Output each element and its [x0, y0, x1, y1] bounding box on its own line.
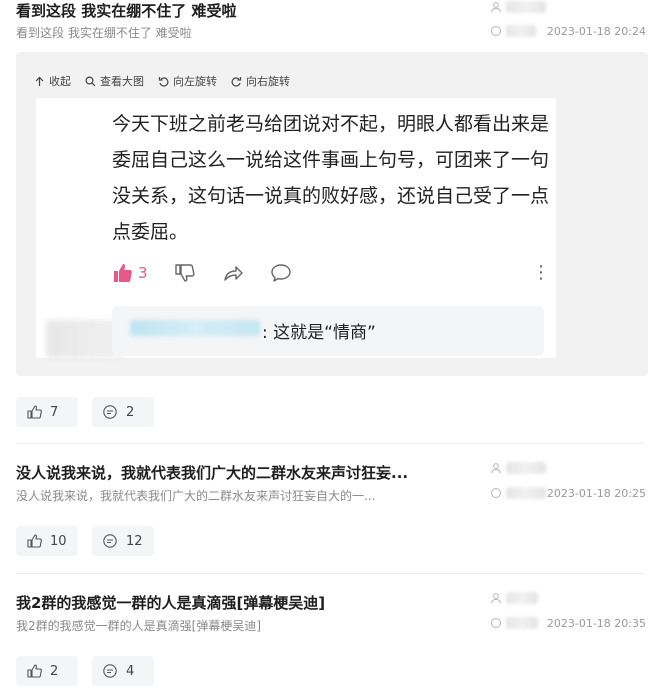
reply-author-blurred [130, 320, 260, 336]
comment-button[interactable]: 12 [92, 526, 154, 556]
comment-icon [490, 25, 502, 37]
embedded-like: 3 [112, 262, 148, 284]
like-button[interactable]: 7 [16, 397, 78, 427]
comment-icon [103, 664, 117, 678]
reply-count-blurred [506, 25, 536, 37]
collapse-label: 收起 [49, 75, 71, 88]
divider [16, 573, 644, 574]
user-icon [490, 1, 502, 13]
thumbs-down-icon [174, 264, 195, 282]
zoom-icon [85, 75, 96, 86]
comment-icon [103, 534, 117, 548]
post-time: 2023-01-18 20:35 [546, 617, 646, 630]
like-count: 2 [50, 663, 59, 679]
thumbs-up-icon [27, 664, 42, 678]
post-time: 2023-01-18 20:24 [546, 25, 646, 38]
rotate-right-icon [231, 76, 242, 87]
comment-count: 2 [126, 404, 135, 420]
user-icon [490, 462, 502, 474]
post-title[interactable]: 没人说我来说，我就代表我们广大的二群水友来声讨狂妄... [16, 462, 408, 483]
comment-count: 12 [126, 533, 143, 549]
embedded-comment-actions: 3 [112, 262, 292, 284]
thumbs-up-icon [27, 534, 42, 548]
post-time: 2023-01-18 20:25 [546, 487, 646, 500]
more-icon: ⋮ [532, 262, 550, 283]
like-count: 7 [50, 404, 59, 420]
rotate-left-icon [158, 76, 169, 87]
view-large-button[interactable]: 查看大图 [85, 73, 144, 89]
share-icon [223, 266, 243, 281]
comment-count: 4 [126, 663, 135, 679]
post-summary: 我2群的我感觉一群的人是真滴强[弹幕梗吴迪] [16, 619, 261, 633]
rotate-right-button[interactable]: 向右旋转 [231, 73, 290, 89]
comment-icon [103, 405, 117, 419]
post-title[interactable]: 我2群的我感觉一群的人是真滴强[弹幕梗吴迪] [16, 592, 325, 613]
comment-button[interactable]: 2 [92, 397, 154, 427]
embedded-like-count: 3 [138, 264, 148, 282]
reply-text: : 这就是“情商” [262, 323, 376, 343]
comment-icon [270, 264, 291, 282]
thumbs-up-icon [114, 264, 132, 282]
rotate-right-label: 向右旋转 [246, 75, 290, 88]
rotate-left-label: 向左旋转 [173, 75, 217, 88]
user-icon [490, 592, 502, 604]
comment-icon [490, 617, 502, 629]
divider [16, 443, 644, 444]
image-viewer-toolbar: 收起 查看大图 向左旋转 向右旋转 [34, 72, 290, 90]
thumbs-up-icon [27, 405, 42, 419]
reply-count-blurred [506, 617, 538, 629]
collapse-icon [35, 76, 44, 86]
author-name-blurred [506, 1, 546, 13]
post-title[interactable]: 看到这段 我实在绷不住了 难受啦 [16, 0, 236, 21]
author-name-blurred [506, 592, 538, 604]
collapse-button[interactable]: 收起 [34, 73, 71, 89]
like-button[interactable]: 2 [16, 656, 78, 686]
author-name-blurred [506, 462, 546, 474]
comment-icon [490, 487, 502, 499]
embedded-comment-text: 今天下班之前老马给团说对不起，明眼人都看出来是委屈自己这么一说给这件事画上句号，… [112, 113, 550, 243]
like-count: 10 [50, 533, 67, 549]
view-large-label: 查看大图 [100, 75, 144, 88]
comment-button[interactable]: 4 [92, 656, 154, 686]
reply-count-blurred [506, 487, 546, 499]
post-summary: 没人说我来说，我就代表我们广大的二群水友来声讨狂妄自大的一... [16, 489, 376, 503]
rotate-left-button[interactable]: 向左旋转 [158, 73, 217, 89]
like-button[interactable]: 10 [16, 526, 78, 556]
post-summary: 看到这段 我实在绷不住了 难受啦 [16, 26, 192, 40]
